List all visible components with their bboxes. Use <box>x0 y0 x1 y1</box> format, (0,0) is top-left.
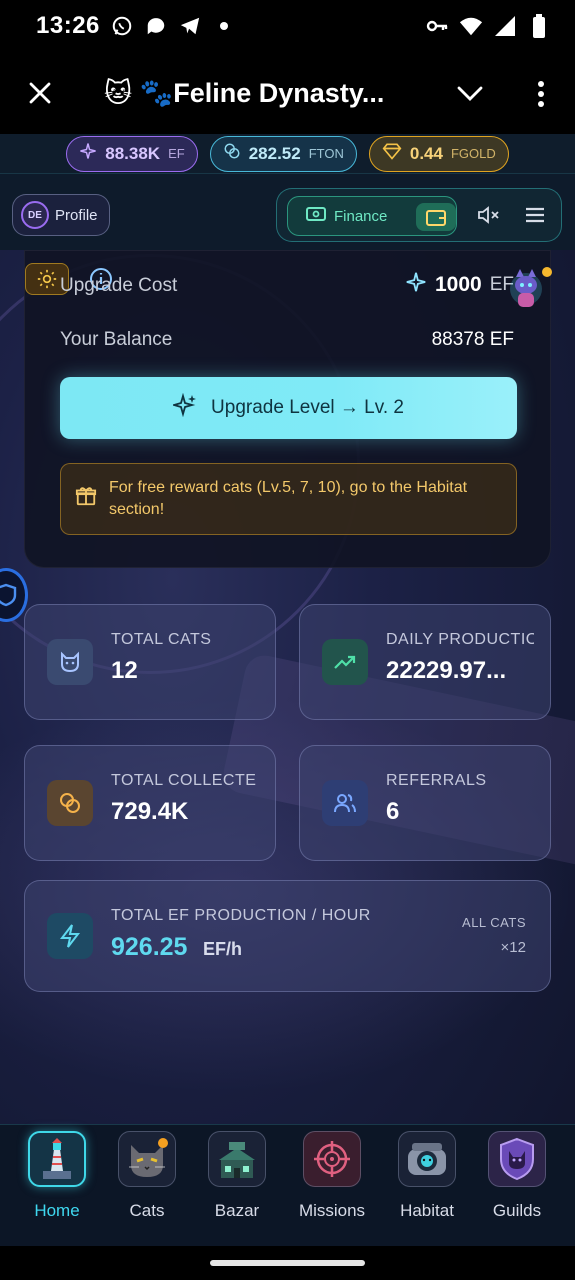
nav-home-label: Home <box>34 1201 80 1220</box>
signal-icon <box>493 14 517 38</box>
app-content: 88.38K EF 282.52 FTON 0.44 FGOLD DE Prof… <box>0 134 575 1246</box>
nav-habitat-label: Habitat <box>400 1201 454 1220</box>
upgrade-cost-amount: 1000 <box>435 273 482 296</box>
battery-icon <box>527 14 551 38</box>
coins-icon <box>47 780 93 826</box>
wallet-icon[interactable] <box>416 203 456 231</box>
fton-balance-value: 282.52 <box>248 143 301 163</box>
dot-icon <box>212 14 236 38</box>
referrals-value: 6 <box>386 798 400 825</box>
fgold-balance-value: 0.44 <box>409 143 443 163</box>
total-collected-value: 729.4K <box>111 798 189 825</box>
webapp-title: 🐱 🐾Feline Dynasty... <box>104 78 385 108</box>
gesture-bar-area <box>0 1246 575 1280</box>
upgrade-level-button[interactable]: Upgrade Level → Lv. 2 <box>60 377 517 439</box>
upgrade-cost-label: Upgrade Cost <box>60 275 178 296</box>
currency-bar: 88.38K EF 282.52 FTON 0.44 FGOLD <box>0 134 575 174</box>
diamond-icon <box>382 142 402 165</box>
referrals-card: REFERRALS 6 <box>299 745 551 861</box>
upgrade-cost-value: 1000 EF <box>405 271 514 299</box>
more-vertical-icon[interactable] <box>526 76 556 112</box>
sparkle-icon <box>405 271 427 299</box>
ef-production-unit: EF/h <box>203 939 242 959</box>
ef-balance-unit: EF <box>168 146 185 161</box>
cat-face-icon <box>118 1131 176 1187</box>
daily-production-label: DAILY PRODUCTIO <box>386 631 534 648</box>
total-cats-label: TOTAL CATS <box>111 631 212 648</box>
balance-label: Your Balance <box>60 329 173 350</box>
nav-bazar[interactable]: Bazar <box>197 1131 277 1221</box>
nav-actions: Finance <box>276 188 562 242</box>
coins-icon <box>223 142 241 165</box>
webapp-header: 🐱 🐾Feline Dynasty... <box>0 52 575 134</box>
fgold-balance-unit: FGOLD <box>450 146 496 161</box>
total-collected-card: TOTAL COLLECTE 729.4K <box>24 745 276 861</box>
nav-guilds-label: Guilds <box>492 1201 542 1220</box>
top-nav: DE Profile Finance <box>0 174 575 250</box>
reward-notice: For free reward cats (Lv.5, 7, 10), go t… <box>60 463 517 535</box>
ef-production-value: 926.25 <box>111 933 188 961</box>
referrals-label: REFERRALS <box>386 772 487 789</box>
cat-icon <box>47 639 93 685</box>
gift-icon <box>75 485 97 514</box>
fton-balance-unit: FTON <box>308 146 344 161</box>
status-bar: 13:26 <box>0 0 575 52</box>
daily-production-card: DAILY PRODUCTIO 22229.97... <box>299 604 551 720</box>
reward-notice-text: For free reward cats (Lv.5, 7, 10), go t… <box>109 479 468 518</box>
daily-production-value: 22229.97... <box>386 657 507 684</box>
upgrade-level-label: Upgrade Level → Lv. 2 <box>211 397 404 418</box>
lighthouse-icon <box>28 1131 86 1187</box>
habitat-pod-icon <box>398 1131 456 1187</box>
bottom-nav: Home Cats Bazar Missions Habitat Guilds <box>0 1124 575 1246</box>
market-building-icon <box>208 1131 266 1187</box>
ef-balance-value: 88.38K <box>105 143 161 163</box>
profile-button[interactable]: DE Profile <box>12 194 110 236</box>
status-time: 13:26 <box>36 12 100 39</box>
upgrade-card: Upgrade Cost 1000 EF Your Balance 88378 … <box>24 250 552 568</box>
fton-balance-pill[interactable]: 282.52 FTON <box>209 135 357 172</box>
home-gesture-handle[interactable] <box>210 1260 365 1266</box>
wifi-icon <box>459 14 483 38</box>
cats-multiplier: ×12 <box>500 939 526 956</box>
menu-icon[interactable] <box>519 199 551 231</box>
ef-production-card: TOTAL EF PRODUCTION / HOUR 926.25 EF/h A… <box>24 880 551 992</box>
sparkle-icon <box>79 142 97 165</box>
total-collected-label: TOTAL COLLECTE <box>111 772 257 789</box>
finance-label: Finance <box>334 207 388 225</box>
fgold-balance-pill[interactable]: 0.44 FGOLD <box>368 135 509 172</box>
total-cats-value: 12 <box>111 657 138 684</box>
guild-shield-icon <box>488 1131 546 1187</box>
ef-balance-pill[interactable]: 88.38K EF <box>66 135 198 172</box>
nav-habitat[interactable]: Habitat <box>387 1131 467 1221</box>
total-cats-card: TOTAL CATS 12 <box>24 604 276 720</box>
crosshair-icon <box>303 1131 361 1187</box>
nav-cats[interactable]: Cats <box>107 1131 187 1221</box>
cash-icon <box>306 207 326 225</box>
key-icon <box>425 14 449 38</box>
whatsapp-icon <box>110 14 134 38</box>
nav-missions[interactable]: Missions <box>292 1131 372 1221</box>
ef-production-label: TOTAL EF PRODUCTION / HOUR <box>111 907 371 924</box>
nav-guilds[interactable]: Guilds <box>477 1131 557 1221</box>
chat-bubble-icon <box>144 14 168 38</box>
profile-label: Profile <box>55 206 98 224</box>
nav-cats-label: Cats <box>129 1201 165 1220</box>
nav-bazar-label: Bazar <box>214 1201 260 1220</box>
users-icon <box>322 780 368 826</box>
all-cats-label: ALL CATS <box>462 915 526 930</box>
finance-button[interactable]: Finance <box>287 196 457 236</box>
sparkles-icon <box>170 392 197 423</box>
close-icon[interactable] <box>22 75 58 111</box>
trend-up-icon <box>322 639 368 685</box>
chevron-down-icon[interactable] <box>452 76 488 112</box>
mute-icon[interactable] <box>473 199 505 231</box>
avatar: DE <box>21 201 49 229</box>
cat-avatar-icon <box>508 263 552 313</box>
nav-home[interactable]: Home <box>9 1125 105 1241</box>
nav-missions-label: Missions <box>298 1201 366 1220</box>
balance-value: 88378 EF <box>431 329 514 350</box>
lightning-icon <box>47 913 93 959</box>
telegram-icon <box>178 14 202 38</box>
notification-dot <box>542 267 552 277</box>
